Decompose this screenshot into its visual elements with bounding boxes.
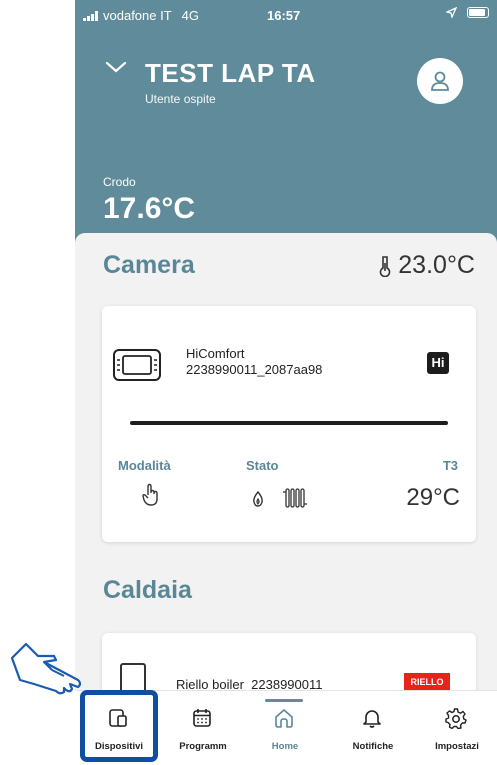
battery-icon bbox=[467, 7, 489, 18]
tutorial-highlight bbox=[80, 690, 158, 762]
outside-temperature: 17.6°C bbox=[103, 192, 196, 225]
home-icon bbox=[275, 709, 293, 728]
clock: 16:57 bbox=[267, 8, 301, 23]
gear-icon bbox=[445, 708, 467, 729]
chevron-down-icon[interactable] bbox=[105, 60, 127, 74]
location-icon bbox=[446, 7, 457, 18]
device-info: HiComfort 2238990011_2087aa98 bbox=[186, 346, 322, 378]
mode-label: Modalità bbox=[118, 458, 171, 473]
tab-home[interactable]: Home bbox=[245, 691, 325, 765]
tab-label: Home bbox=[271, 741, 299, 752]
device-progress-bar bbox=[130, 421, 448, 425]
thermostat-card[interactable]: HiComfort 2238990011_2087aa98 Hi Modalit… bbox=[102, 306, 476, 542]
tab-label: Programm bbox=[179, 741, 227, 752]
device-serial: 2238990011_2087aa98 bbox=[186, 362, 323, 377]
thermostat-icon bbox=[113, 349, 161, 381]
header-area: vodafone IT 4G 16:57 TEST LAP TA Utente … bbox=[75, 0, 497, 250]
room-title: Camera bbox=[103, 251, 195, 279]
hi-logo: Hi bbox=[427, 352, 449, 374]
carrier-name: vodafone IT bbox=[103, 8, 172, 23]
user-icon bbox=[431, 71, 449, 91]
tab-label: Notifiche bbox=[352, 741, 394, 752]
manual-hand-icon bbox=[142, 483, 158, 506]
state-label: Stato bbox=[246, 458, 279, 473]
tab-label: Impostazi bbox=[435, 741, 479, 752]
calendar-icon bbox=[193, 709, 211, 727]
tab-impostazioni[interactable]: Impostazi bbox=[417, 691, 497, 765]
device-name: HiComfort bbox=[186, 346, 245, 361]
thermometer-icon bbox=[379, 255, 391, 277]
tab-programmi[interactable]: Programm bbox=[163, 691, 243, 765]
radiator-icon bbox=[283, 488, 307, 508]
outside-location: Crodo bbox=[103, 175, 136, 189]
boiler-section-title: Caldaia bbox=[103, 576, 192, 604]
pointing-hand-icon bbox=[10, 642, 82, 695]
signal-icon bbox=[83, 10, 98, 21]
flame-icon bbox=[253, 491, 263, 507]
status-bar: vodafone IT 4G 16:57 bbox=[75, 0, 497, 28]
user-role: Utente ospite bbox=[145, 92, 216, 106]
room-temperature-value: 23.0°C bbox=[398, 251, 475, 279]
installation-title[interactable]: TEST LAP TA bbox=[145, 58, 316, 89]
phone-screen: vodafone IT 4G 16:57 TEST LAP TA Utente … bbox=[75, 0, 497, 765]
content-sheet: Camera 23.0°C HiComfort 2238990011_2087a… bbox=[75, 233, 497, 713]
profile-button[interactable] bbox=[417, 58, 463, 104]
network-type: 4G bbox=[181, 8, 199, 23]
tab-notifiche[interactable]: Notifiche bbox=[333, 691, 413, 765]
room-temperature: 23.0°C bbox=[378, 251, 475, 280]
bell-icon bbox=[363, 710, 381, 728]
t3-label: T3 bbox=[442, 458, 458, 473]
t3-value: 29°C bbox=[406, 484, 460, 511]
